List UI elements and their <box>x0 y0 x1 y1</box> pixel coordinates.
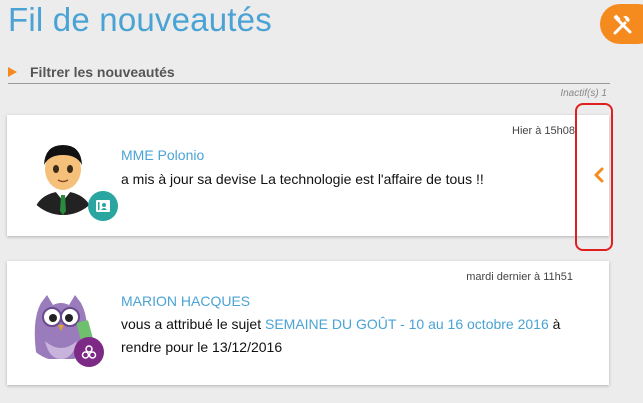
timestamp: Hier à 15h08 <box>512 125 575 137</box>
subject-link[interactable]: SEMAINE DU GOÛT - 10 au 16 octobre 2016 <box>265 316 549 332</box>
author-link[interactable]: MME Polonio <box>121 147 204 163</box>
author-link[interactable]: MARION HACQUES <box>121 293 250 309</box>
message-prefix: vous a attribué le sujet <box>121 316 265 332</box>
message-text: vous a attribué le sujet SEMAINE DU GOÛT… <box>121 313 591 359</box>
page-title: Fil de nouveautés <box>8 1 272 38</box>
feed-item: mardi dernier à 11h51 MARION HACQUES vou… <box>7 261 609 385</box>
inactive-count: Inactif(s) 1 <box>560 88 607 99</box>
feed-item: Hier à 15h08 MME Polonio a mis à jour sa… <box>7 115 609 236</box>
message-text: a mis à jour sa devise La technologie es… <box>121 171 484 187</box>
highlight-annotation <box>575 103 613 251</box>
filter-label: Filtrer les nouveautés <box>30 64 175 80</box>
app-badge <box>74 337 104 367</box>
tools-button[interactable] <box>600 4 643 44</box>
timestamp: mardi dernier à 11h51 <box>466 271 573 283</box>
triangle-right-icon <box>8 67 17 77</box>
filter-toggle[interactable]: Filtrer les nouveautés <box>8 64 610 84</box>
contact-card-icon <box>96 200 110 212</box>
bubbles-icon <box>81 345 97 359</box>
tools-icon <box>613 14 632 35</box>
app-badge <box>88 191 118 221</box>
